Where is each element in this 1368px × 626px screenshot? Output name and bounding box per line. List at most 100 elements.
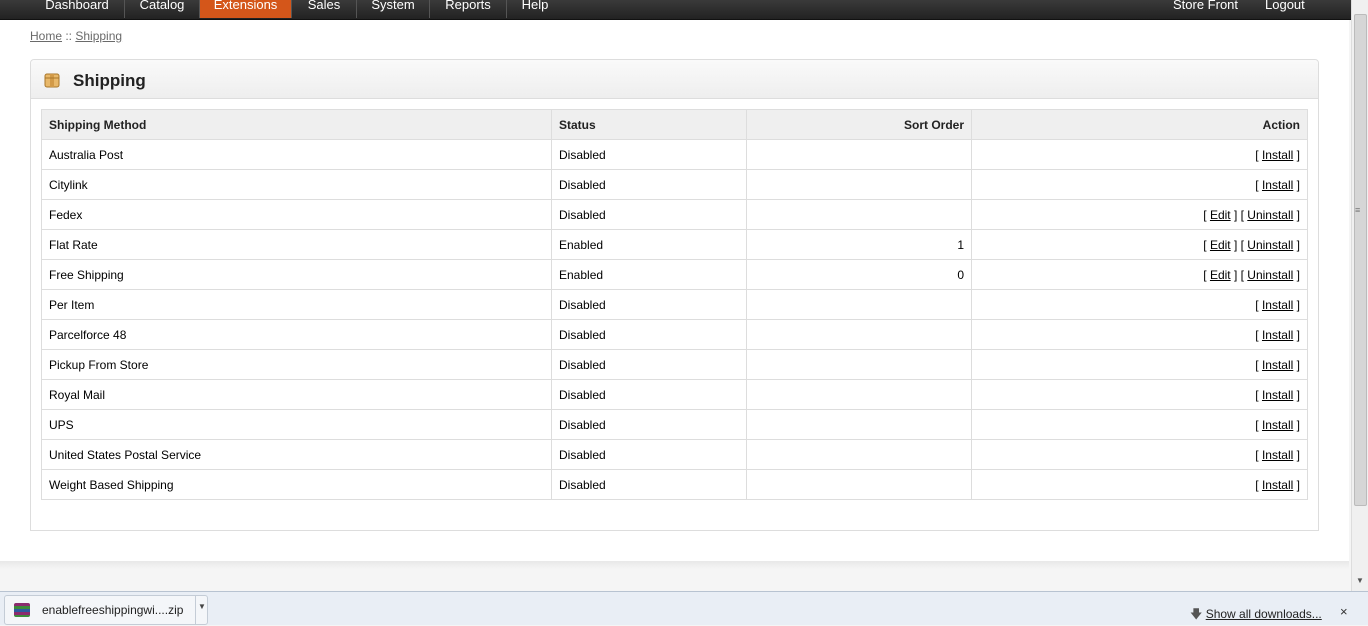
table-row: Free Shipping Enabled 0[ Edit ] [ Uninstal… bbox=[41, 259, 1308, 290]
cell-status: Enabled bbox=[551, 229, 747, 260]
table-row: UPS Disabled [ Install ] bbox=[41, 409, 1308, 440]
top-navigation: Dashboard Catalog Extensions Sales Syste… bbox=[0, 0, 1351, 20]
cell-action: [ Install ] bbox=[971, 409, 1308, 440]
winrar-archive-icon bbox=[14, 603, 30, 617]
action-uninstall-link[interactable]: Uninstall bbox=[1247, 238, 1293, 252]
cell-method: Royal Mail bbox=[41, 379, 552, 410]
download-filename: enablefreeshippingwi....zip bbox=[42, 603, 184, 617]
nav-store-front[interactable]: Store Front bbox=[1173, 0, 1238, 15]
close-icon[interactable]: × bbox=[1340, 604, 1348, 619]
shipping-box: Shipping Shipping Method Status Sort Ord… bbox=[30, 59, 1319, 531]
nav-reports[interactable]: Reports bbox=[430, 0, 507, 18]
cell-status: Disabled bbox=[551, 319, 747, 350]
table-row: Parcelforce 48 Disabled [ Install ] bbox=[41, 319, 1308, 350]
action-uninstall-link[interactable]: Uninstall bbox=[1247, 268, 1293, 282]
package-icon bbox=[44, 73, 60, 88]
cell-sort-order bbox=[746, 199, 972, 230]
breadcrumb-home[interactable]: Home bbox=[30, 29, 62, 43]
scrollbar-thumb[interactable] bbox=[1354, 14, 1367, 506]
nav-dashboard[interactable]: Dashboard bbox=[30, 0, 125, 18]
cell-action: [ Install ] bbox=[971, 289, 1308, 320]
table-row: Pickup From Store Disabled [ Install ] bbox=[41, 349, 1308, 380]
action-install-link[interactable]: Install bbox=[1262, 448, 1293, 462]
cell-action: [ Edit ] [ Uninstall ] bbox=[971, 199, 1308, 230]
download-item[interactable]: enablefreeshippingwi....zip ▼ bbox=[4, 595, 208, 625]
table-row: Citylink Disabled [ Install ] bbox=[41, 169, 1308, 200]
cell-method: Flat Rate bbox=[41, 229, 552, 260]
cell-action: [ Install ] bbox=[971, 349, 1308, 380]
action-edit-link[interactable]: Edit bbox=[1210, 238, 1231, 252]
action-install-link[interactable]: Install bbox=[1262, 148, 1293, 162]
table-row: United States Postal Service Disabled [ In… bbox=[41, 439, 1308, 470]
cell-status: Disabled bbox=[551, 349, 747, 380]
nav-sales[interactable]: Sales bbox=[292, 0, 357, 18]
cell-status: Disabled bbox=[551, 199, 747, 230]
cell-status: Disabled bbox=[551, 409, 747, 440]
cell-sort-order bbox=[746, 379, 972, 410]
nav-system[interactable]: System bbox=[357, 0, 430, 18]
table-body: Australia Post Disabled[ Install ] Citylin… bbox=[41, 139, 1308, 500]
page-title: Shipping bbox=[73, 71, 146, 90]
cell-sort-order bbox=[746, 169, 972, 200]
cell-method: Pickup From Store bbox=[41, 349, 552, 380]
cell-sort-order bbox=[746, 139, 972, 170]
cell-sort-order bbox=[746, 439, 972, 470]
cell-method: Per Item bbox=[41, 289, 552, 320]
page-content: Home :: Shipping Shipping Shipping Metho… bbox=[0, 20, 1349, 561]
cell-status: Disabled bbox=[551, 139, 747, 170]
action-edit-link[interactable]: Edit bbox=[1210, 268, 1231, 282]
cell-method: Citylink bbox=[41, 169, 552, 200]
cell-action: [ Install ] bbox=[971, 319, 1308, 350]
cell-action: [ Install ] bbox=[971, 139, 1308, 170]
action-install-link[interactable]: Install bbox=[1262, 178, 1293, 192]
show-all-downloads[interactable]: 🡇 Show all downloads... bbox=[1190, 605, 1322, 626]
cell-status: Disabled bbox=[551, 379, 747, 410]
table-row: Per Item Disabled [ Install ] bbox=[41, 289, 1308, 320]
cell-sort-order bbox=[746, 469, 972, 500]
table-row: Fedex Disabled [ Edit ] [ Uninstall ] bbox=[41, 199, 1308, 230]
breadcrumb: Home :: Shipping bbox=[30, 29, 122, 43]
nav-logout[interactable]: Logout bbox=[1265, 0, 1305, 15]
cell-status: Disabled bbox=[551, 469, 747, 500]
cell-sort-order bbox=[746, 289, 972, 320]
action-uninstall-link[interactable]: Uninstall bbox=[1247, 208, 1293, 222]
download-arrow-icon: 🡇 bbox=[1190, 607, 1203, 621]
action-install-link[interactable]: Install bbox=[1262, 388, 1293, 402]
page-footer-shadow bbox=[0, 561, 1349, 569]
table-header-row: Shipping Method Status Sort Order Action bbox=[41, 109, 1308, 140]
cell-sort-order: 1 bbox=[746, 229, 972, 260]
cell-status: Enabled bbox=[551, 259, 747, 290]
cell-action: [ Install ] bbox=[971, 469, 1308, 500]
nav-extensions[interactable]: Extensions bbox=[200, 0, 292, 18]
table-row: Flat Rate Enabled 1[ Edit ] [ Uninstall ] bbox=[41, 229, 1308, 260]
cell-method: Weight Based Shipping bbox=[41, 469, 552, 500]
download-item-menu-icon[interactable]: ▼ bbox=[195, 596, 208, 624]
cell-method: Australia Post bbox=[41, 139, 552, 170]
cell-sort-order bbox=[746, 319, 972, 350]
cell-method: Free Shipping bbox=[41, 259, 552, 290]
vertical-scrollbar[interactable]: ≡ ▼ bbox=[1351, 0, 1368, 591]
action-install-link[interactable]: Install bbox=[1262, 478, 1293, 492]
show-all-downloads-link[interactable]: Show all downloads... bbox=[1206, 607, 1322, 621]
cell-sort-order bbox=[746, 409, 972, 440]
action-install-link[interactable]: Install bbox=[1262, 358, 1293, 372]
nav-help[interactable]: Help bbox=[507, 0, 563, 18]
cell-status: Disabled bbox=[551, 289, 747, 320]
column-header-status[interactable]: Status bbox=[551, 109, 747, 140]
column-header-sort-order[interactable]: Sort Order bbox=[746, 109, 972, 140]
cell-method: Fedex bbox=[41, 199, 552, 230]
cell-action: [ Install ] bbox=[971, 439, 1308, 470]
nav-catalog[interactable]: Catalog bbox=[125, 0, 200, 18]
breadcrumb-shipping[interactable]: Shipping bbox=[75, 29, 122, 43]
action-install-link[interactable]: Install bbox=[1262, 298, 1293, 312]
cell-status: Disabled bbox=[551, 169, 747, 200]
column-header-method[interactable]: Shipping Method bbox=[41, 109, 552, 140]
action-install-link[interactable]: Install bbox=[1262, 418, 1293, 432]
breadcrumb-separator: :: bbox=[62, 29, 76, 43]
action-edit-link[interactable]: Edit bbox=[1210, 208, 1231, 222]
table-row: Weight Based Shipping Disabled [ Install ] bbox=[41, 469, 1308, 500]
cell-action: [ Install ] bbox=[971, 379, 1308, 410]
action-install-link[interactable]: Install bbox=[1262, 328, 1293, 342]
scroll-down-arrow-icon[interactable]: ▼ bbox=[1356, 576, 1364, 585]
shipping-methods-table: Shipping Method Status Sort Order Action… bbox=[41, 109, 1308, 500]
